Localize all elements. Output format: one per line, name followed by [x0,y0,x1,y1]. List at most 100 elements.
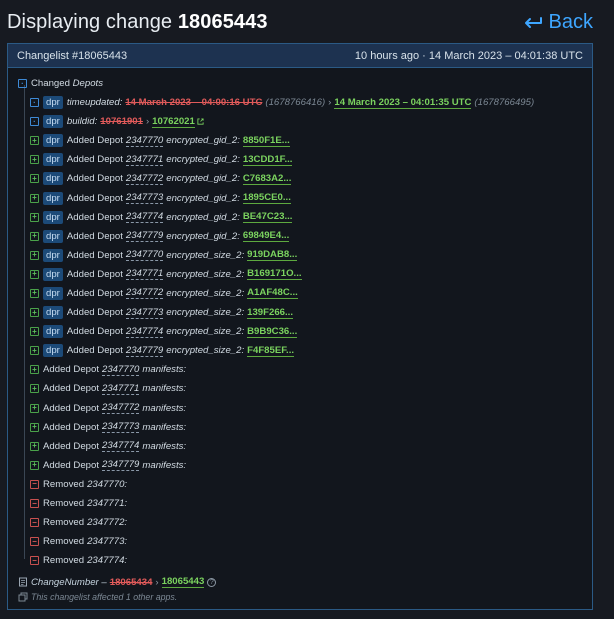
removed-row: − Removed 2347770: [18,475,592,494]
added-value[interactable]: F4F85EF... [247,345,295,357]
changed-depots-node[interactable]: · Changed Depots [18,74,592,93]
added-manifest-row: + Added Depot 2347771 manifests: [18,379,592,398]
added-value[interactable]: B9B9C36... [247,326,298,338]
key-label: encrypted_size_2: [166,307,245,319]
key-label: encrypted_gid_2: [166,230,240,242]
key-label: encrypted_size_2: [166,268,245,280]
depot-id-link[interactable]: 2347771 [102,383,140,395]
removed-row: − Removed 2347774: [18,551,592,570]
key-label: encrypted_gid_2: [166,211,240,223]
old-value: 10761901 [100,116,143,128]
removed-minus-icon: − [30,537,39,547]
added-key-row: + dpr Added Depot 2347774 encrypted_gid_2: BE… [18,208,592,227]
added-plus-icon: + [30,308,39,318]
dpr-badge: dpr [43,229,63,243]
added-plus-icon: + [30,231,39,241]
title-change-number: 18065443 [177,11,268,33]
arrow-sep: › [328,97,332,109]
old-value: 14 March 2023 – 04:00:16 UTC [125,97,263,109]
depot-id-link[interactable]: 2347779 [125,345,164,357]
depot-id-link[interactable]: 2347770 [102,364,140,376]
added-prefix: Added Depot [66,230,123,242]
depot-id-link[interactable]: 2347771 [125,268,164,281]
key-label: manifests: [142,440,187,452]
new-value[interactable]: 10762021 [152,116,195,128]
removed-row: − Removed 2347772: [18,513,592,532]
depot-id-link[interactable]: 2347779 [125,230,164,243]
key-label: manifests: [142,402,187,414]
added-value[interactable]: 139F266... [247,307,293,319]
back-arrow-icon [524,16,542,28]
affected-text: This changelist affected 1 other apps. [31,592,178,603]
removed-depot-id: 2347770: [87,478,128,490]
added-prefix: Added Depot [66,249,123,261]
external-link-icon[interactable] [197,118,204,125]
depot-id-link[interactable]: 2347773 [102,421,140,434]
added-prefix: Added Depot [43,364,100,376]
new-raw: (1678766495) [474,97,535,109]
added-value[interactable]: BE47C23... [242,211,293,224]
added-prefix: Added Depot [66,135,123,147]
key-label: manifests: [142,459,187,471]
removed-depot-id: 2347772: [87,517,128,529]
key-label: buildid: [66,116,98,128]
added-plus-icon: + [30,422,39,432]
new-changenumber[interactable]: 18065443 [161,576,205,589]
added-key-row: + dpr Added Depot 2347774 encrypted_size_2: B… [18,322,592,341]
depot-id-link[interactable]: 2347772 [125,173,164,185]
depot-id-link[interactable]: 2347770 [125,135,164,147]
added-value[interactable]: 919DAB8... [247,249,298,262]
root-label-italic: Depots [72,78,104,89]
modified-icon: · [30,98,39,108]
depot-id-link[interactable]: 2347772 [102,402,140,415]
removed-minus-icon: − [30,556,39,566]
added-plus-icon: + [30,288,39,298]
page-title: Displaying change 18065443 [7,11,268,34]
help-icon[interactable]: ? [207,577,217,587]
depot-id-link[interactable]: 2347773 [125,192,164,205]
depot-id-link[interactable]: 2347774 [125,326,164,338]
added-manifest-row: + Added Depot 2347779 manifests: [18,456,592,475]
new-value: 14 March 2023 – 04:01:35 UTC [334,96,472,109]
dpr-badge: dpr [43,306,63,320]
added-value[interactable]: A1AF48C... [247,287,298,300]
back-button[interactable]: Back [523,11,593,34]
dpr-badge: dpr [43,96,63,110]
added-prefix: Added Depot [43,383,100,395]
depot-id-link[interactable]: 2347770 [125,249,164,262]
depot-id-link[interactable]: 2347774 [102,440,140,453]
removed-prefix: Removed [43,498,85,510]
depot-id-link[interactable]: 2347779 [102,459,140,472]
depot-id-link[interactable]: 2347771 [125,154,164,166]
removed-depot-id: 2347774: [87,555,128,567]
key-label: encrypted_size_2: [166,287,245,299]
added-prefix: Added Depot [66,326,123,338]
depot-id-link[interactable]: 2347774 [125,211,164,224]
key-label: manifests: [142,421,187,433]
added-value[interactable]: 8850F1E... [242,135,290,147]
added-plus-icon: + [30,250,39,260]
back-label: Back [548,11,593,33]
added-prefix: Added Depot [66,173,123,185]
added-prefix: Added Depot [66,345,123,357]
added-value[interactable]: 69849E4... [242,230,290,243]
modified-icon: · [30,117,39,127]
added-key-row: + dpr Added Depot 2347771 encrypted_size_2: B… [18,265,592,284]
affected-note: This changelist affected 1 other apps. [18,590,592,604]
added-value[interactable]: C7683A2... [242,173,292,185]
added-value[interactable]: 13CDD1F... [242,154,293,166]
collapse-icon[interactable]: · [18,79,27,88]
changenumber-row: ChangeNumber – 18065434 › 18065443 ? [18,574,592,590]
removed-depot-id: 2347773: [87,536,128,548]
removed-prefix: Removed [43,536,85,548]
added-value[interactable]: B169171O... [247,268,302,281]
added-key-row: + dpr Added Depot 2347770 encrypted_gid_2: 88… [18,131,592,150]
depot-id-link[interactable]: 2347773 [125,307,164,319]
added-value[interactable]: 1895CE0... [242,192,291,205]
panel-title: Changelist #18065443 [17,49,128,62]
document-icon [19,577,27,587]
key-label: encrypted_gid_2: [166,173,240,185]
dpr-badge: dpr [43,325,63,339]
depot-id-link[interactable]: 2347772 [125,287,164,300]
key-label: timeupdated: [66,97,123,109]
